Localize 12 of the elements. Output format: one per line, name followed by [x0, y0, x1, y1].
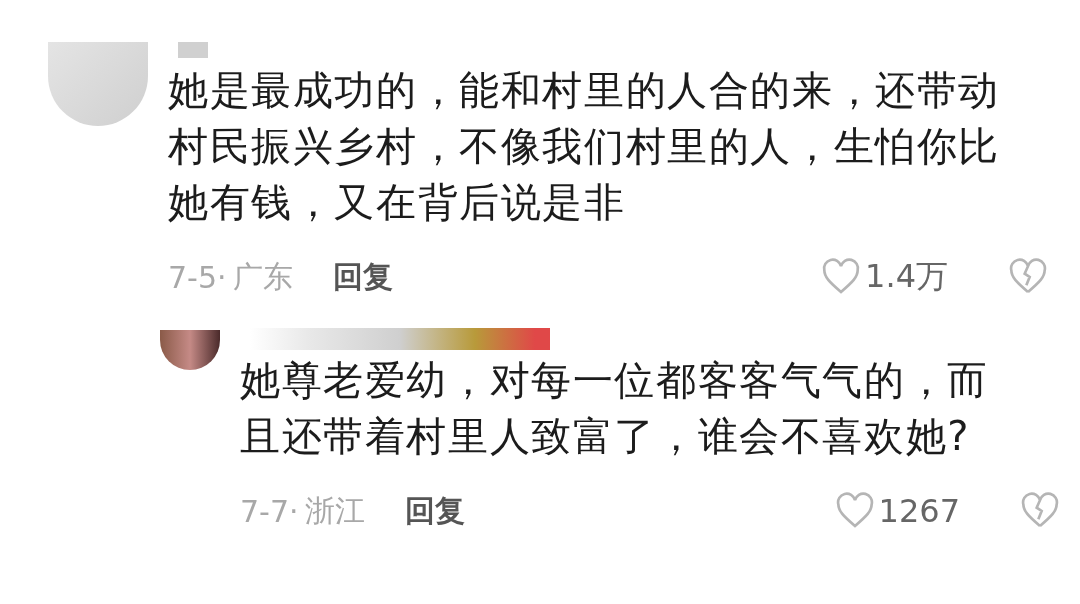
- comment-date: 7-7·: [240, 493, 299, 529]
- reply-button[interactable]: 回复: [332, 256, 393, 298]
- blurred-username: [178, 42, 208, 58]
- comment-date: 7-5·: [168, 259, 227, 295]
- comment-location: 浙江: [304, 491, 365, 530]
- like-button[interactable]: 1267: [834, 491, 960, 531]
- like-button[interactable]: 1.4万: [821, 255, 948, 299]
- avatar[interactable]: [160, 330, 220, 370]
- reply-button[interactable]: 回复: [404, 490, 465, 532]
- comment-text: 她是最成功的，能和村里的人合的来，还带动村民振兴乡村，不像我们村里的人，生怕你比她有钱，又在背后说是非: [168, 66, 1001, 227]
- comment-location: 广东: [232, 257, 293, 296]
- comment-text: 她尊老爱幼，对每一位都客客气气的，而且还带着村里人致富了，谁会不喜欢她?: [240, 356, 990, 461]
